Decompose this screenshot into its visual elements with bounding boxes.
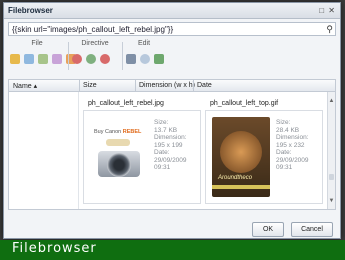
prev-icon[interactable] [72, 54, 82, 64]
thumbnail-text: Buy Canon REBEL [94, 129, 142, 135]
path-input[interactable]: {{skin url="images/ph_callout_left_rebel… [8, 22, 336, 36]
date-value: 29/09/2009 09:31 [276, 156, 309, 172]
thumbnail-art [220, 131, 262, 173]
file-name: ph_callout_left_rebel.jpg [88, 100, 164, 107]
toolbar-group-label: File [31, 40, 43, 47]
folder-icon[interactable] [10, 54, 20, 64]
thumbnail-bar [212, 185, 270, 189]
toolbar-group-file: File [8, 40, 76, 74]
date-label: Date: [276, 149, 292, 156]
size-value: 13.7 KB [154, 126, 178, 134]
toolbar-separator [68, 42, 69, 70]
date-label: Date: [154, 149, 170, 156]
dimension-label: Dimension: [276, 134, 309, 141]
scroll-down-icon[interactable]: ▼ [328, 198, 335, 204]
search-icon[interactable]: ⚲ [326, 24, 333, 35]
toolbar-group-label: Directive [81, 40, 109, 47]
date-value: 29/09/2009 09:31 [154, 156, 187, 172]
footer-banner: Filebrowser [0, 240, 345, 260]
size-label: Size: [154, 119, 169, 126]
column-dimension[interactable]: Dimension (w x h) [139, 82, 195, 89]
column-divider [135, 80, 136, 91]
next-icon[interactable] [99, 54, 110, 64]
thumbnail-badge [106, 139, 130, 146]
dimension-value: 195 x 232 [276, 141, 305, 149]
filebrowser-window: Filebrowser □ ✕ {{skin url="images/ph_ca… [3, 2, 341, 239]
copy-icon[interactable] [37, 54, 48, 64]
file-thumbnail: Buy Canon REBEL [90, 117, 148, 197]
file-card[interactable]: ph_callout_left_rebel.jpg Buy Canon REBE… [83, 100, 201, 204]
scroll-up-icon[interactable]: ▲ [328, 98, 335, 104]
add-icon[interactable] [153, 54, 164, 64]
scroll-thumb[interactable] [329, 174, 334, 180]
window-controls[interactable]: □ ✕ [319, 6, 336, 15]
toolbar: File Directive Edit [8, 40, 164, 74]
toolbar-group-label: Edit [137, 40, 151, 47]
dimension-value: 195 x 199 [154, 141, 183, 149]
list-header: Name ▴ Size Dimension (w x h) Date [8, 79, 336, 92]
upload-icon[interactable] [23, 54, 34, 64]
cancel-button[interactable]: Cancel [291, 222, 333, 237]
footer-title: Filebrowser [12, 241, 97, 256]
vertical-scrollbar[interactable]: ▲ ▼ [327, 92, 335, 209]
size-value: 28.4 KB [276, 126, 300, 134]
toolbar-separator [122, 42, 123, 70]
view-icon[interactable] [126, 54, 136, 64]
column-date[interactable]: Date [197, 82, 212, 89]
file-thumbnail: Aroundtheco [212, 117, 270, 197]
column-size[interactable]: Size [83, 82, 97, 89]
ok-button[interactable]: OK [252, 222, 284, 237]
dimension-label: Dimension: [154, 134, 187, 141]
folder-pane [9, 92, 79, 209]
column-divider [193, 80, 194, 91]
size-label: Size: [276, 119, 291, 126]
path-value: {{skin url="images/ph_callout_left_rebel… [12, 25, 174, 34]
camera-lens-icon [107, 153, 131, 177]
toolbar-group-directive: Directive [70, 40, 120, 74]
window-title: Filebrowser [8, 6, 53, 15]
file-list: ph_callout_left_rebel.jpg Buy Canon REBE… [8, 92, 336, 210]
toolbar-group-edit: Edit [124, 40, 164, 74]
refresh-icon[interactable] [85, 54, 96, 64]
zoom-icon[interactable] [139, 54, 150, 64]
column-name[interactable]: Name ▴ [13, 82, 37, 90]
file-meta: Size: 13.7 KB Dimension: 195 x 199 Date:… [154, 119, 200, 172]
column-divider [79, 80, 80, 91]
file-meta: Size: 28.4 KB Dimension: 195 x 232 Date:… [276, 119, 322, 172]
cut-icon[interactable] [51, 54, 62, 64]
file-name: ph_callout_left_top.gif [210, 100, 279, 107]
file-card[interactable]: ph_callout_left_top.gif Aroundtheco Size… [205, 100, 323, 204]
title-bar: Filebrowser □ ✕ [4, 3, 340, 19]
thumbnail-text: Aroundtheco [218, 175, 253, 181]
